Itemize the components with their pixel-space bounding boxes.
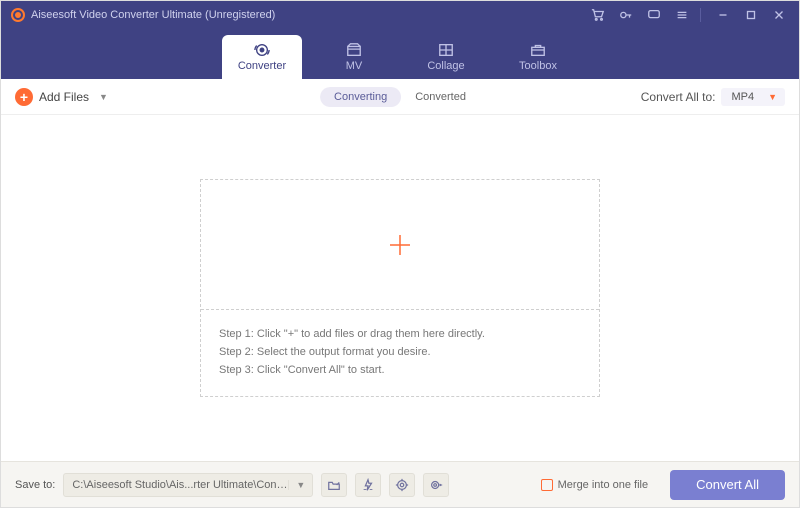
tab-label: Converter [238,60,286,72]
convert-all-to: Convert All to: MP4 ▼ [641,88,785,106]
bottombar: Save to: C:\Aiseesoft Studio\Ais...rter … [1,461,799,507]
task-schedule-button[interactable] [389,473,415,497]
plus-icon [384,229,416,261]
titlebar: Aiseesoft Video Converter Ultimate (Unre… [1,1,799,29]
app-window: Aiseesoft Video Converter Ultimate (Unre… [0,0,800,508]
convert-all-to-label: Convert All to: [641,90,716,104]
merge-label: Merge into one file [558,479,649,491]
add-files-button[interactable]: + Add Files ▼ [15,88,108,106]
merge-checkbox[interactable]: Merge into one file [541,479,649,491]
app-logo-icon [11,8,25,22]
hardware-accel-button[interactable] [355,473,381,497]
main-tabs: Converter MV Collage Toolbox [1,29,799,79]
tab-label: MV [346,60,363,72]
titlebar-divider [700,8,701,22]
open-folder-button[interactable] [321,473,347,497]
minimize-icon[interactable] [713,5,733,25]
menu-icon[interactable] [672,5,692,25]
plus-icon: + [15,88,33,106]
app-title: Aiseesoft Video Converter Ultimate (Unre… [31,9,275,21]
dropzone-steps: Step 1: Click "+" to add files or drag t… [201,310,599,396]
settings-button[interactable] [423,473,449,497]
save-path-box[interactable]: C:\Aiseesoft Studio\Ais...rter Ultimate\… [63,473,313,497]
dropzone: Step 1: Click "+" to add files or drag t… [200,179,600,397]
toolbar: + Add Files ▼ Converting Converted Conve… [1,79,799,115]
cart-icon[interactable] [588,5,608,25]
segment-converted[interactable]: Converted [401,87,480,107]
maximize-icon[interactable] [741,5,761,25]
feedback-icon[interactable] [644,5,664,25]
format-value: MP4 [731,91,754,103]
tab-toolbox[interactable]: Toolbox [498,35,578,79]
chevron-down-icon: ▼ [768,92,777,102]
add-files-label: Add Files [39,90,89,104]
save-to-label: Save to: [15,479,55,491]
tab-converter[interactable]: Converter [222,35,302,79]
save-path-value: C:\Aiseesoft Studio\Ais...rter Ultimate\… [72,479,288,491]
checkbox-icon [541,479,553,491]
step-text: Step 3: Click "Convert All" to start. [219,364,581,376]
format-select[interactable]: MP4 ▼ [721,88,785,106]
tab-label: Toolbox [519,60,557,72]
tab-collage[interactable]: Collage [406,35,486,79]
status-segment: Converting Converted [320,87,480,107]
close-icon[interactable] [769,5,789,25]
tab-label: Collage [427,60,464,72]
tab-mv[interactable]: MV [314,35,394,79]
key-icon[interactable] [616,5,636,25]
segment-converting[interactable]: Converting [320,87,401,107]
chevron-down-icon: ▼ [99,92,108,102]
step-text: Step 2: Select the output format you des… [219,346,581,358]
convert-all-button[interactable]: Convert All [670,470,785,500]
chevron-down-icon[interactable]: ▼ [288,480,312,490]
main-area: Step 1: Click "+" to add files or drag t… [1,115,799,461]
dropzone-add-area[interactable] [201,180,599,310]
step-text: Step 1: Click "+" to add files or drag t… [219,328,581,340]
